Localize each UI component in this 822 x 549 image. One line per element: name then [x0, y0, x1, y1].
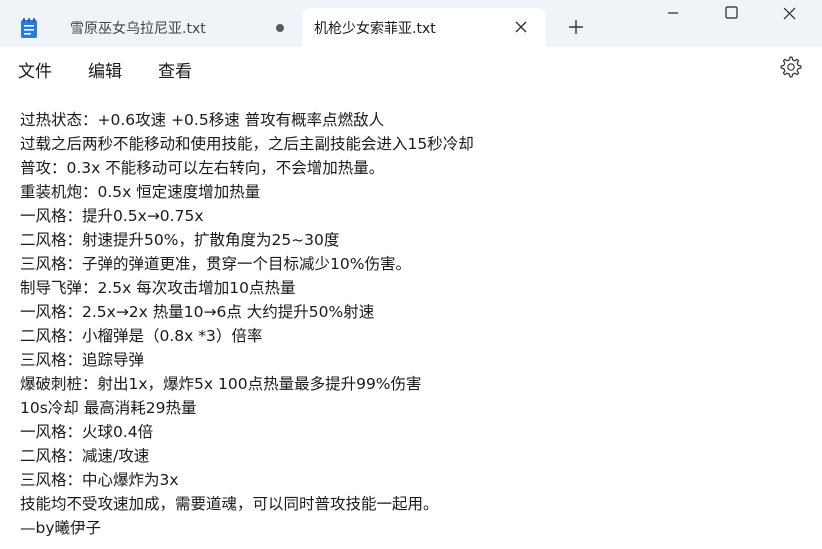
text-line: 三风格：子弹的弹道更准，贯穿一个目标减少10%伤害。 — [20, 255, 411, 273]
text-editor[interactable]: 过热状态：+0.6攻速 +0.5移速 普攻有概率点燃敌人过载之后两秒不能移动和使… — [0, 89, 822, 549]
text-line: 一风格：火球0.4倍 — [20, 423, 154, 441]
text-line: 三风格：中心爆炸为3x — [20, 471, 179, 489]
text-line: 一风格：2.5x→2x 热量10→6点 大约提升50%射速 — [20, 303, 375, 321]
text-line: —by曦伊子 — [20, 519, 102, 537]
text-line: 10s冷却 最高消耗29热量 — [20, 399, 197, 417]
close-icon[interactable] — [512, 18, 530, 36]
unsaved-dot-icon[interactable] — [276, 24, 284, 32]
notepad-icon — [21, 18, 37, 38]
title-bar: 雪原巫女乌拉尼亚.txt 机枪少女索菲亚.txt — [0, 0, 822, 47]
gear-icon[interactable] — [779, 55, 803, 79]
window-close-icon[interactable] — [766, 0, 812, 32]
text-line: 一风格：提升0.5x→0.75x — [20, 207, 204, 225]
text-line: 二风格：小榴弹是（0.8x *3）倍率 — [20, 327, 263, 345]
tab-title: 雪原巫女乌拉尼亚.txt — [70, 21, 206, 37]
maximize-icon[interactable] — [708, 0, 754, 32]
text-line: 技能均不受攻速加成，需要道魂，可以同时普攻技能一起用。 — [20, 495, 439, 513]
menu-bar: 文件 编辑 查看 — [0, 47, 822, 89]
text-line: 二风格：减速/攻速 — [20, 447, 150, 465]
tab-active[interactable]: 机枪少女索菲亚.txt — [302, 8, 546, 47]
plus-icon[interactable] — [565, 16, 587, 38]
tab-inactive[interactable]: 雪原巫女乌拉尼亚.txt — [8, 8, 298, 47]
menu-edit[interactable]: 编辑 — [88, 57, 122, 82]
text-line: 重装机炮：0.5x 恒定速度增加热量 — [20, 183, 261, 201]
text-line: 爆破刺桩：射出1x，爆炸5x 100点热量最多提升99%伤害 — [20, 375, 422, 393]
text-line: 三风格：追踪导弹 — [20, 351, 145, 369]
text-content: 过热状态：+0.6攻速 +0.5移速 普攻有概率点燃敌人过载之后两秒不能移动和使… — [20, 108, 474, 540]
minimize-icon[interactable] — [650, 0, 696, 32]
text-line: 过热状态：+0.6攻速 +0.5移速 普攻有概率点燃敌人 — [20, 111, 385, 129]
text-line: 二风格：射速提升50%，扩散角度为25~30度 — [20, 231, 340, 249]
text-line: 制导飞弹：2.5x 每次攻击增加10点热量 — [20, 279, 296, 297]
menu-view[interactable]: 查看 — [158, 57, 192, 82]
text-line: 过载之后两秒不能移动和使用技能，之后主副技能会进入15秒冷却 — [20, 135, 474, 153]
text-line: 普攻：0.3x 不能移动可以左右转向，不会增加热量。 — [20, 159, 385, 177]
tab-title: 机枪少女索菲亚.txt — [314, 21, 436, 37]
menu-file[interactable]: 文件 — [18, 57, 52, 82]
